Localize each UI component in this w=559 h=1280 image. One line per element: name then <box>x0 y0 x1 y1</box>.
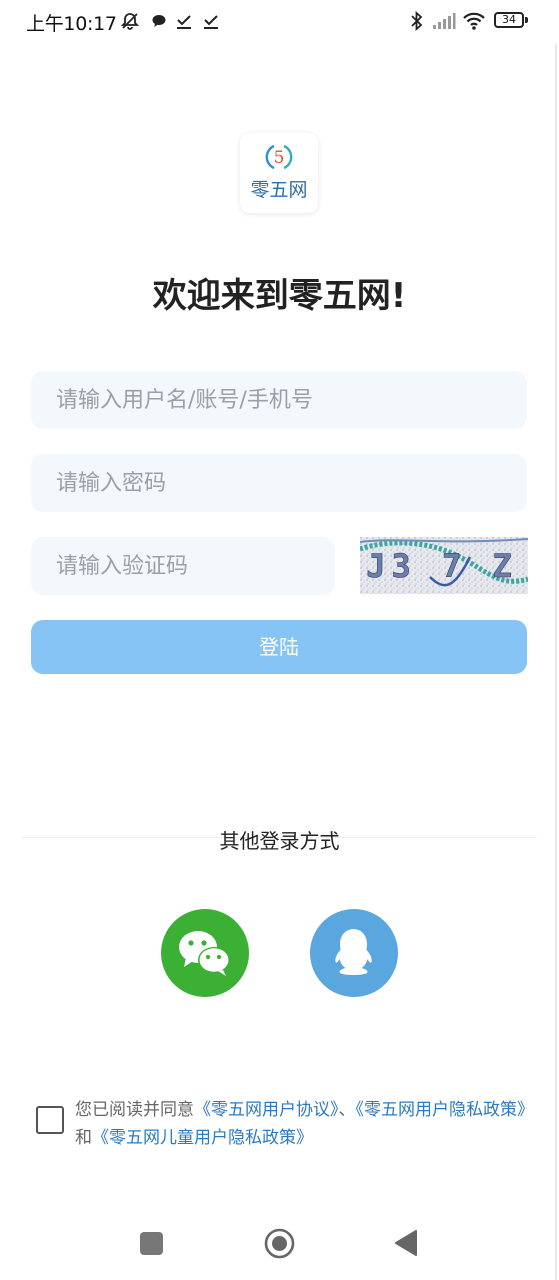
captcha-code: J3 7 Z <box>366 547 518 585</box>
wechat-login-button[interactable] <box>161 909 249 997</box>
chat-notification-icon <box>150 10 168 32</box>
download-done-icon <box>202 10 220 32</box>
login-button[interactable]: 登陆 <box>31 620 527 674</box>
agreement-separator: 、 <box>338 1100 356 1120</box>
wechat-icon <box>179 931 230 976</box>
download-done-icon <box>175 10 193 32</box>
captcha-image[interactable]: J3 7 Z <box>360 537 528 594</box>
logo-number: 5 <box>274 148 285 168</box>
agreement-text: 您已阅读并同意《零五网用户协议》、《零五网用户隐私政策》和《零五网儿童用户隐私政… <box>75 1096 535 1152</box>
qq-login-button[interactable] <box>310 909 398 997</box>
status-bar: 上午10:17 34 <box>0 0 559 44</box>
back-icon <box>395 1230 417 1256</box>
agree-checkbox[interactable] <box>36 1106 64 1134</box>
captcha-input[interactable] <box>31 537 335 595</box>
screen-edge <box>555 44 557 1280</box>
battery-icon: 34 <box>494 12 524 28</box>
username-input[interactable] <box>31 371 527 429</box>
other-login-label: 其他登录方式 <box>219 829 340 853</box>
logo-text: 零五网 <box>250 179 308 201</box>
recent-apps-button[interactable] <box>140 1232 163 1255</box>
back-button[interactable] <box>393 1229 419 1257</box>
signal-icon <box>431 10 457 32</box>
home-icon <box>264 1228 295 1259</box>
logo-mark-icon: 5 <box>265 144 293 170</box>
bluetooth-icon <box>408 10 426 32</box>
app-logo: 5 零五网 <box>240 133 318 213</box>
status-time: 上午10:17 <box>26 13 117 35</box>
home-button[interactable] <box>264 1228 295 1259</box>
user-agreement-link[interactable]: 《零五网用户协议》 <box>194 1100 339 1120</box>
password-input[interactable] <box>31 454 527 512</box>
welcome-title: 欢迎来到零五网! <box>152 276 407 316</box>
privacy-policy-link[interactable]: 《零五网用户隐私政策》 <box>356 1100 535 1120</box>
mute-icon <box>119 10 141 32</box>
agreement-separator: 和 <box>75 1128 92 1148</box>
battery-cap <box>525 17 528 23</box>
wifi-icon <box>461 10 487 32</box>
agreement-prefix: 您已阅读并同意 <box>75 1100 194 1120</box>
qq-icon <box>335 929 372 975</box>
child-privacy-policy-link[interactable]: 《零五网儿童用户隐私政策》 <box>92 1128 313 1148</box>
